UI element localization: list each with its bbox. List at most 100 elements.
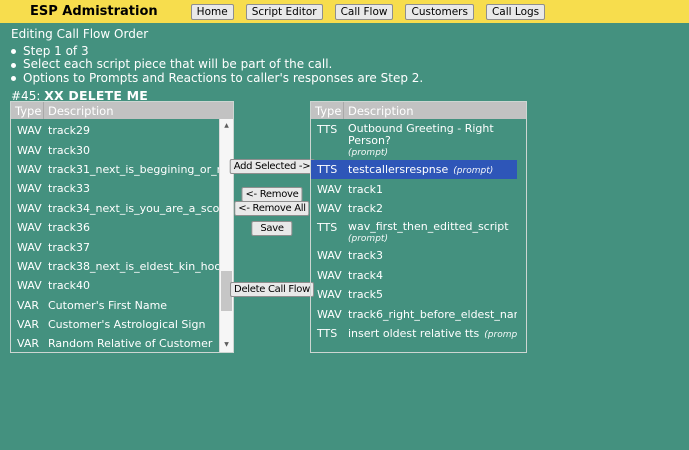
- scroll-down-icon[interactable]: ▼: [220, 338, 233, 352]
- item-description: track31_next_is_beggining_or_midd: [48, 163, 219, 176]
- item-type: WAV: [317, 183, 348, 196]
- list-item[interactable]: WAVtrack2: [311, 199, 517, 218]
- item-description-text: testcallersrespnse: [348, 163, 448, 176]
- list-item[interactable]: WAVtrack30: [11, 140, 219, 159]
- item-description: track30: [48, 144, 219, 157]
- item-description-text: insert oldest relative tts: [348, 327, 479, 340]
- item-type: WAV: [17, 202, 48, 215]
- list-header: Type Description: [11, 102, 233, 119]
- list-item[interactable]: TTStestcallersrespnse (prompt): [311, 160, 517, 179]
- list-item[interactable]: WAVtrack1: [311, 179, 517, 198]
- available-scripts-list[interactable]: Type Description WAVtrack29WAVtrack30WAV…: [10, 101, 234, 353]
- nav-button-customers[interactable]: Customers: [405, 4, 473, 20]
- bullet-text: Options to Prompts and Reactions to call…: [23, 72, 423, 85]
- nav-button-call-flow[interactable]: Call Flow: [335, 4, 394, 20]
- list-item[interactable]: WAVtrack37: [11, 237, 219, 256]
- item-description-text: track1: [348, 183, 383, 196]
- item-type: VAR: [17, 318, 48, 331]
- nav: Home Script Editor Call Flow Customers Call …: [191, 4, 545, 20]
- item-type: WAV: [317, 249, 348, 262]
- nav-button-call-logs[interactable]: Call Logs: [486, 4, 545, 20]
- item-description: track38_next_is_eldest_kin_hook: [48, 260, 219, 273]
- list-item[interactable]: WAVtrack38_next_is_eldest_kin_hook: [11, 257, 219, 276]
- item-description: testcallersrespnse (prompt): [348, 163, 517, 176]
- list-item[interactable]: VARRandom Relative of Customer: [11, 334, 219, 352]
- list-item[interactable]: TTSinsert oldest relative tts(prompt): [311, 324, 517, 343]
- item-description-text: track34_next_is_you_are_a_scorpio: [48, 202, 219, 215]
- prompt-tag: (prompt): [453, 166, 493, 176]
- item-type: WAV: [17, 241, 48, 254]
- item-description: track5: [348, 288, 517, 301]
- item-description: Outbound Greeting - Right Person?(prompt…: [348, 123, 517, 158]
- list-item[interactable]: VARCustomer's Astrological Sign: [11, 315, 219, 334]
- scroll-up-icon[interactable]: ▲: [220, 119, 233, 133]
- scrollbar[interactable]: ▲ ▼: [219, 119, 233, 352]
- nav-button-home[interactable]: Home: [191, 4, 234, 20]
- item-description-text: track29: [48, 124, 90, 137]
- item-description: Customer's Astrological Sign: [48, 318, 219, 331]
- item-description: track33: [48, 182, 219, 195]
- item-type: TTS: [317, 163, 348, 176]
- list-item[interactable]: WAVtrack4: [311, 266, 517, 285]
- item-description: track34_next_is_you_are_a_scorpio: [48, 202, 219, 215]
- item-description-text: Cutomer's First Name: [48, 299, 167, 312]
- item-type: WAV: [17, 182, 48, 195]
- remove-button[interactable]: <- Remove: [241, 187, 302, 202]
- top-bar: ESP Admistration HomeScript EditorCall F…: [0, 0, 689, 23]
- action-buttons: Add Selected -> <- Remove <- Remove All …: [236, 101, 308, 353]
- list-item[interactable]: WAVtrack29: [11, 121, 219, 140]
- list-item[interactable]: TTSOutbound Greeting - Right Person?(pro…: [311, 120, 517, 160]
- item-description-text: track36: [48, 221, 90, 234]
- item-type: WAV: [317, 269, 348, 282]
- list-item[interactable]: WAVtrack36: [11, 218, 219, 237]
- list-item[interactable]: WAVtrack5: [311, 285, 517, 304]
- list-item[interactable]: WAVtrack34_next_is_you_are_a_scorpio: [11, 199, 219, 218]
- item-description-text: Outbound Greeting - Right Person?: [348, 123, 494, 147]
- list-item[interactable]: WAVtrack3: [311, 246, 517, 265]
- remove-all-button[interactable]: <- Remove All: [234, 201, 309, 216]
- item-description-text: Customer's Astrological Sign: [48, 318, 205, 331]
- list-item[interactable]: WAVtrack40: [11, 276, 219, 295]
- intro-heading: Editing Call Flow Order: [11, 27, 423, 41]
- delete-call-flow-button[interactable]: Delete Call Flow: [230, 282, 314, 297]
- bullet-line: Options to Prompts and Reactions to call…: [11, 72, 423, 85]
- item-type: WAV: [17, 221, 48, 234]
- item-description: track40: [48, 279, 219, 292]
- item-type: VAR: [17, 299, 48, 312]
- bullet-icon: [11, 49, 16, 54]
- nav-button-script-editor[interactable]: Script Editor: [246, 4, 323, 20]
- bullet-line: Step 1 of 3: [11, 45, 423, 58]
- item-description-text: track2: [348, 202, 383, 215]
- list-item[interactable]: WAVtrack6_right_before_eldest_name_r: [311, 304, 517, 323]
- call-flow-scripts-rows: TTSOutbound Greeting - Right Person?(pro…: [311, 119, 517, 352]
- list-item[interactable]: VARCutomer's First Name: [11, 296, 219, 315]
- list-item[interactable]: TTSwav_first_then_editted_script(prompt): [311, 218, 517, 246]
- item-description: Random Relative of Customer: [48, 337, 219, 350]
- item-type: TTS: [317, 327, 348, 340]
- item-type: WAV: [317, 202, 348, 215]
- prompt-tag: (prompt): [348, 234, 517, 244]
- item-description-text: track40: [48, 279, 90, 292]
- item-description: insert oldest relative tts(prompt): [348, 327, 517, 340]
- call-flow-scripts-list[interactable]: Type Description TTSOutbound Greeting - …: [310, 101, 527, 353]
- item-description-text: track31_next_is_beggining_or_midd: [48, 163, 219, 176]
- item-type: WAV: [17, 144, 48, 157]
- add-selected-button[interactable]: Add Selected ->: [230, 159, 315, 174]
- bullet-icon: [11, 76, 16, 81]
- save-button[interactable]: Save: [251, 221, 292, 236]
- item-type: WAV: [17, 163, 48, 176]
- list-item[interactable]: WAVtrack33: [11, 179, 219, 198]
- list-item[interactable]: WAVtrack31_next_is_beggining_or_midd: [11, 160, 219, 179]
- item-description-text: track33: [48, 182, 90, 195]
- column-header-description: Description: [344, 104, 414, 118]
- item-type: TTS: [317, 123, 348, 136]
- intro-block: Editing Call Flow Order Step 1 of 3 Sele…: [11, 27, 423, 85]
- list-header: Type Description: [311, 102, 526, 119]
- item-description: track1: [348, 183, 517, 196]
- item-description: track6_right_before_eldest_name_r: [348, 308, 517, 321]
- item-description-text: wav_first_then_editted_script: [348, 221, 509, 233]
- column-header-type: Type: [311, 102, 344, 119]
- item-type: WAV: [17, 124, 48, 137]
- item-type: WAV: [317, 288, 348, 301]
- item-description-text: track37: [48, 241, 90, 254]
